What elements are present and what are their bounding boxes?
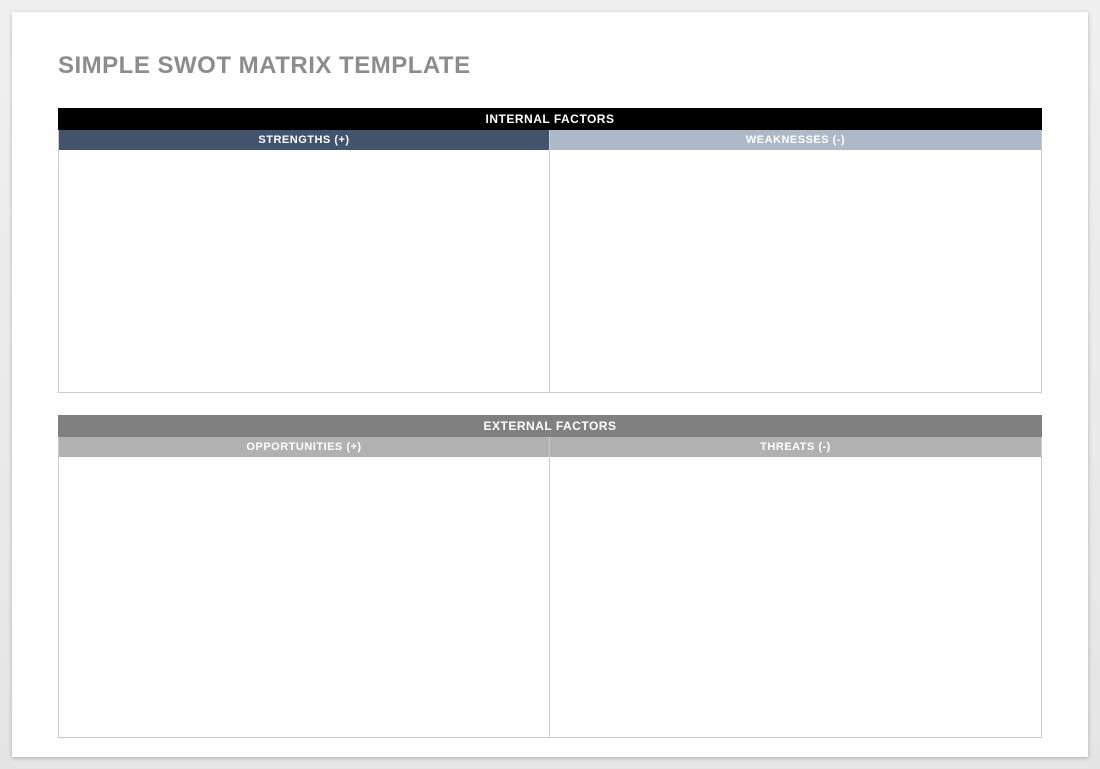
opportunities-header: OPPORTUNITIES (+) <box>59 437 549 457</box>
external-columns: OPPORTUNITIES (+) THREATS (-) <box>58 437 1042 738</box>
external-section: EXTERNAL FACTORS OPPORTUNITIES (+) THREA… <box>58 415 1042 738</box>
internal-factors-header: INTERNAL FACTORS <box>58 108 1042 130</box>
weaknesses-header: WEAKNESSES (-) <box>550 130 1041 150</box>
strengths-column: STRENGTHS (+) <box>59 130 550 392</box>
strengths-header: STRENGTHS (+) <box>59 130 549 150</box>
document-page: SIMPLE SWOT MATRIX TEMPLATE INTERNAL FAC… <box>12 12 1088 757</box>
strengths-body[interactable] <box>59 150 549 392</box>
page-title: SIMPLE SWOT MATRIX TEMPLATE <box>58 52 1042 80</box>
opportunities-body[interactable] <box>59 457 549 737</box>
internal-columns: STRENGTHS (+) WEAKNESSES (-) <box>58 130 1042 393</box>
threats-header: THREATS (-) <box>550 437 1041 457</box>
threats-body[interactable] <box>550 457 1041 737</box>
internal-section: INTERNAL FACTORS STRENGTHS (+) WEAKNESSE… <box>58 108 1042 393</box>
opportunities-column: OPPORTUNITIES (+) <box>59 437 550 737</box>
threats-column: THREATS (-) <box>550 437 1041 737</box>
weaknesses-column: WEAKNESSES (-) <box>550 130 1041 392</box>
external-factors-header: EXTERNAL FACTORS <box>58 415 1042 437</box>
weaknesses-body[interactable] <box>550 150 1041 392</box>
